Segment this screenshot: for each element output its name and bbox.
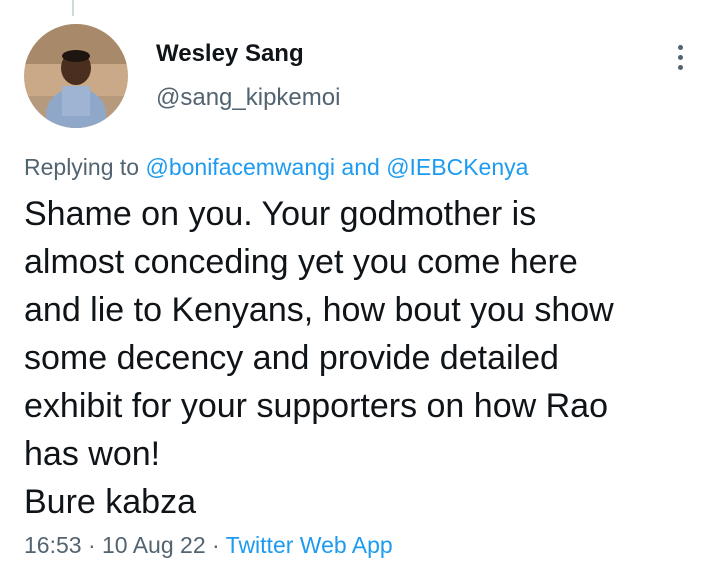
tweet-text-line: Bure kabza bbox=[24, 483, 196, 521]
tweet-text-line: exhibit for your supporters on how Rao bbox=[24, 387, 608, 425]
author-name[interactable]: Wesley Sang bbox=[156, 40, 304, 68]
tweet-text: Shame on you. Your godmother is almost c… bbox=[24, 190, 704, 526]
tweet-text-line: Shame on you. Your godmother is bbox=[24, 195, 537, 233]
avatar-image bbox=[24, 24, 128, 128]
tweet-meta: 16:53 · 10 Aug 22 · Twitter Web App bbox=[24, 532, 393, 559]
tweet-text-line: and lie to Kenyans, how bout you show bbox=[24, 291, 614, 329]
mention-link-iebckenya[interactable]: @IEBCKenya bbox=[386, 154, 528, 180]
more-options-icon[interactable] bbox=[668, 42, 692, 72]
tweet-text-line: almost conceding yet you come here bbox=[24, 243, 578, 281]
tweet-text-line: some decency and provide detailed bbox=[24, 339, 559, 377]
meta-separator: · bbox=[87, 532, 96, 558]
mention-link-bonifacemwangi[interactable]: @bonifacemwangi bbox=[145, 154, 335, 180]
tweet-source-link[interactable]: Twitter Web App bbox=[226, 532, 393, 558]
replying-to-label: Replying to bbox=[24, 154, 140, 180]
tweet-date[interactable]: 10 Aug 22 bbox=[102, 532, 206, 558]
tweet-text-line: has won! bbox=[24, 435, 161, 473]
meta-separator: · bbox=[212, 532, 220, 558]
tweet-time[interactable]: 16:53 bbox=[24, 532, 82, 558]
avatar[interactable] bbox=[24, 24, 128, 128]
replying-to: Replying to @bonifacemwangi and @IEBCKen… bbox=[24, 154, 528, 181]
thread-connector-line bbox=[72, 0, 74, 16]
replying-conjunction: and bbox=[341, 154, 380, 180]
author-handle[interactable]: @sang_kipkemoi bbox=[156, 84, 340, 112]
